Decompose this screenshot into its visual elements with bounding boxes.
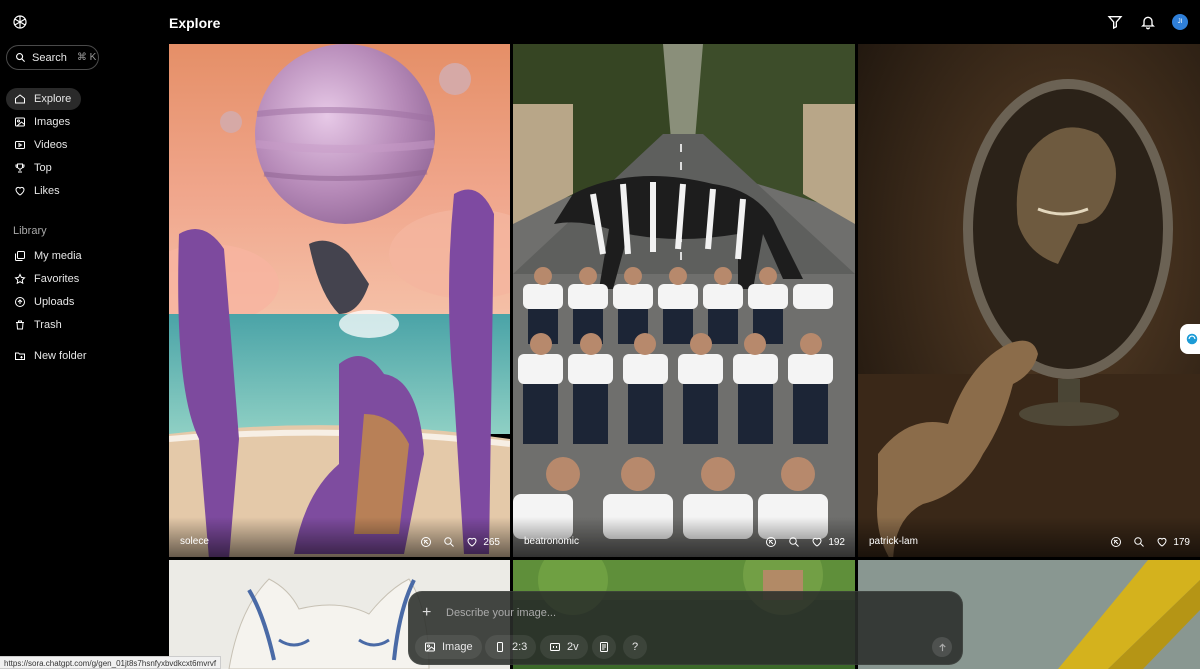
tile-username[interactable]: patrick-lam xyxy=(869,536,918,547)
tile-actions: 265 xyxy=(420,536,500,548)
tile-actions: 179 xyxy=(1110,536,1190,548)
search-button[interactable]: Search ⌘ K xyxy=(6,45,99,70)
avatar[interactable]: JI xyxy=(1172,14,1188,30)
nav-item-images[interactable]: Images xyxy=(6,111,80,133)
nav-item-top[interactable]: Top xyxy=(6,157,62,179)
nav-item-label: Videos xyxy=(34,139,68,151)
like-button[interactable]: 192 xyxy=(811,536,845,548)
prompt-composer: + Describe your image... Image 2:3 2v ? xyxy=(408,591,963,665)
heart-icon xyxy=(15,186,25,196)
image-icon xyxy=(15,117,25,127)
bell-icon[interactable] xyxy=(1140,14,1156,30)
heart-icon xyxy=(467,537,477,547)
image-icon xyxy=(425,642,435,652)
nav-item-favorites[interactable]: Favorites xyxy=(6,268,89,290)
nav-item-label: My media xyxy=(34,250,82,262)
media-icon xyxy=(15,251,25,261)
view-icon[interactable] xyxy=(788,536,800,548)
trophy-icon xyxy=(15,163,25,173)
nav-item-label: Favorites xyxy=(34,273,80,285)
search-icon xyxy=(16,53,26,63)
portrait-ratio-icon xyxy=(497,642,503,652)
feed-tile-solece[interactable]: solece 265 xyxy=(169,44,510,557)
floating-widget-button[interactable] xyxy=(1180,324,1200,354)
openai-logo-icon[interactable] xyxy=(11,13,29,31)
upload-icon xyxy=(15,297,25,307)
nav-item-label: Uploads xyxy=(34,296,75,308)
nav-item-likes[interactable]: Likes xyxy=(6,180,70,202)
search-label: Search xyxy=(32,51,67,64)
page-title: Explore xyxy=(169,15,221,31)
sidebar: Search ⌘ K Explore Images Videos Top Lik… xyxy=(0,0,168,669)
filter-icon[interactable] xyxy=(1107,14,1123,30)
remix-icon[interactable] xyxy=(1110,536,1122,548)
like-count: 192 xyxy=(828,536,845,548)
feed-tile-patrick-lam[interactable]: patrick-lam 179 xyxy=(858,44,1200,557)
arrow-up-icon xyxy=(938,642,946,651)
new-folder-button[interactable]: New folder xyxy=(6,345,97,367)
aspect-ratio-button[interactable]: 2:3 xyxy=(485,635,537,659)
media-type-button[interactable]: Image xyxy=(415,635,482,659)
nav-item-label: Trash xyxy=(34,319,62,331)
trash-icon xyxy=(16,320,24,330)
video-icon xyxy=(15,141,25,149)
view-icon[interactable] xyxy=(443,536,455,548)
folder-plus-icon xyxy=(15,352,25,360)
nav-item-trash[interactable]: Trash xyxy=(6,314,72,336)
variations-label: 2v xyxy=(567,641,579,653)
help-button[interactable]: ? xyxy=(623,635,648,659)
tile-image xyxy=(513,44,855,557)
new-folder-label: New folder xyxy=(34,350,87,362)
variations-button[interactable]: 2v xyxy=(540,635,588,659)
feed-tile-beatronomic[interactable]: beatronomic 192 xyxy=(513,44,855,557)
presets-icon xyxy=(600,642,608,652)
nav-item-explore[interactable]: Explore xyxy=(6,88,82,110)
prompt-input[interactable]: Describe your image... xyxy=(446,607,556,619)
like-button[interactable]: 265 xyxy=(466,536,500,548)
heart-icon xyxy=(812,537,822,547)
nav-item-label: Likes xyxy=(34,185,60,197)
tile-image xyxy=(169,44,510,557)
nav-item-videos[interactable]: Videos xyxy=(6,134,77,156)
tile-actions: 192 xyxy=(765,536,845,548)
assistant-widget-icon xyxy=(1186,333,1198,345)
nav-item-my-media[interactable]: My media xyxy=(6,245,92,267)
nav-item-label: Images xyxy=(34,116,71,128)
media-type-label: Image xyxy=(442,641,473,653)
aspect-ratio-label: 2:3 xyxy=(512,641,528,653)
star-icon xyxy=(14,273,26,285)
remix-icon[interactable] xyxy=(765,536,777,548)
presets-button[interactable] xyxy=(592,635,616,659)
nav-item-uploads[interactable]: Uploads xyxy=(6,291,84,313)
nav-item-label: Explore xyxy=(34,93,72,105)
heart-icon xyxy=(1157,537,1167,547)
variations-icon xyxy=(550,643,560,651)
compass-icon xyxy=(15,94,25,104)
help-label: ? xyxy=(632,641,639,653)
nav-item-label: Top xyxy=(34,162,52,174)
like-count: 179 xyxy=(1173,536,1190,548)
search-shortcut: ⌘ K xyxy=(76,52,97,63)
tile-username[interactable]: beatronomic xyxy=(524,536,579,547)
like-button[interactable]: 179 xyxy=(1156,536,1190,548)
view-icon[interactable] xyxy=(1133,536,1145,548)
tile-image xyxy=(858,44,1200,557)
tile-username[interactable]: solece xyxy=(180,536,209,547)
remix-icon[interactable] xyxy=(420,536,432,548)
library-title: Library xyxy=(13,225,47,237)
status-bar-url: https://sora.chatgpt.com/g/gen_01jt8s7hs… xyxy=(0,656,222,669)
like-count: 265 xyxy=(483,536,500,548)
add-attachment-button[interactable]: + xyxy=(422,604,431,622)
send-button[interactable] xyxy=(932,637,952,657)
